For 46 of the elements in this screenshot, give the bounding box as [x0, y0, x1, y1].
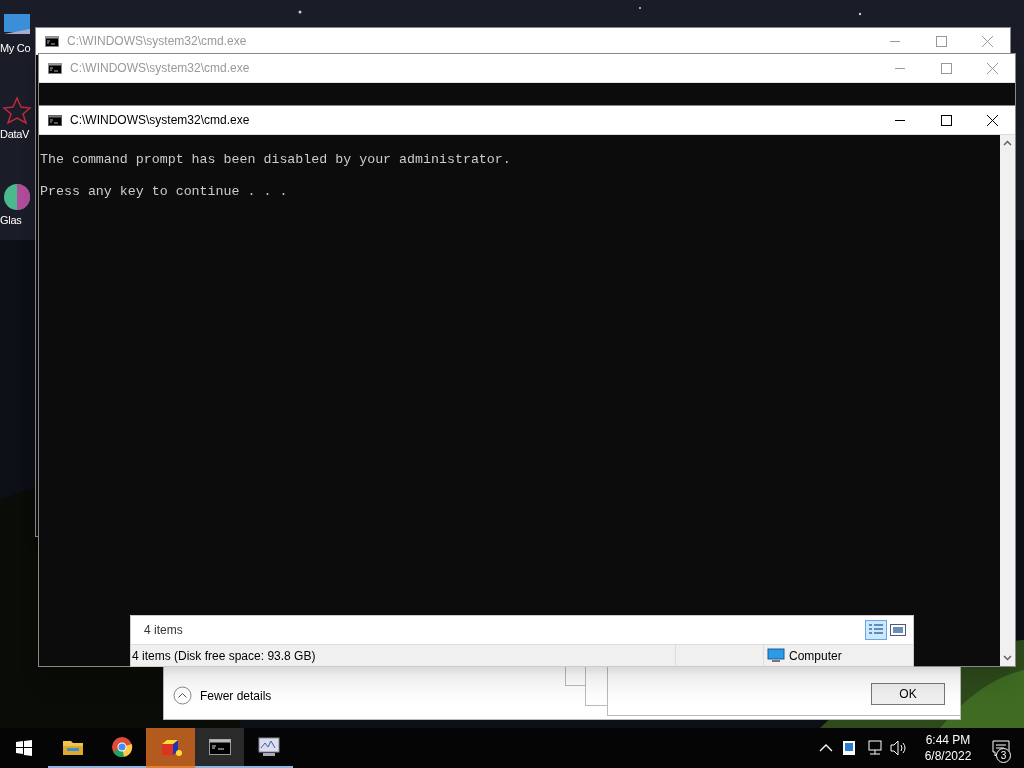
console-line: The command prompt has been disabled by your administrator.: [40, 151, 512, 169]
console-icon: [45, 35, 59, 47]
window-title: C:\WINDOWS\system32\cmd.exe: [70, 112, 250, 129]
window-title: C:\WINDOWS\system32\cmd.exe: [70, 60, 250, 77]
clock[interactable]: 6:44 PM 6/8/2022: [918, 732, 978, 764]
clock-time: 6:44 PM: [925, 732, 971, 748]
details-view-button[interactable]: [865, 620, 887, 641]
sphere-icon[interactable]: [2, 181, 32, 212]
item-count: 4 items: [144, 622, 184, 640]
desktop-icon-label[interactable]: My Co: [0, 42, 31, 56]
console-icon: [48, 114, 62, 126]
close-icon: [981, 35, 993, 47]
desktop-icon-label[interactable]: DataV: [0, 127, 30, 142]
desktop-icon-label[interactable]: Glas: [0, 213, 22, 228]
computer-icon: [767, 647, 785, 664]
chevron-up-icon[interactable]: [819, 743, 833, 753]
windows-logo-icon: [16, 740, 32, 756]
console-line: Press any key to continue . . .: [40, 183, 289, 201]
maximize-icon: [940, 114, 952, 126]
window-title: C:\WINDOWS\system32\cmd.exe: [67, 33, 247, 50]
close-icon: [986, 114, 998, 126]
taskbar-app-button[interactable]: [146, 728, 195, 768]
folder-icon: [61, 738, 84, 756]
taskbar-app-button[interactable]: [195, 728, 244, 768]
ok-button[interactable]: OK: [871, 683, 945, 705]
location-label: Computer: [789, 647, 842, 665]
message-icon: [992, 739, 1010, 757]
console-icon: [208, 739, 231, 755]
clock-date: 6/8/2022: [924, 748, 972, 764]
star-icon[interactable]: [2, 95, 32, 126]
tablet-icon[interactable]: [842, 740, 856, 756]
monitor-icon: [256, 737, 281, 757]
maximize-icon: [935, 35, 947, 47]
notification-count: 3: [996, 748, 1011, 763]
console-icon: [48, 62, 62, 74]
close-icon: [986, 62, 998, 74]
preview-pane-icon: [890, 624, 906, 637]
maximize-icon: [940, 62, 952, 74]
scrollbar[interactable]: [1000, 135, 1015, 666]
fewer-details-button[interactable]: Fewer details: [173, 686, 272, 705]
status-details: 4 items (Disk free space: 93.8 GB): [131, 647, 317, 665]
volume-icon[interactable]: [890, 740, 908, 756]
notification-button[interactable]: 3: [978, 728, 1024, 768]
collapse-icon: [173, 686, 192, 705]
network-icon[interactable]: [866, 740, 884, 756]
browser-icon: [110, 736, 133, 758]
